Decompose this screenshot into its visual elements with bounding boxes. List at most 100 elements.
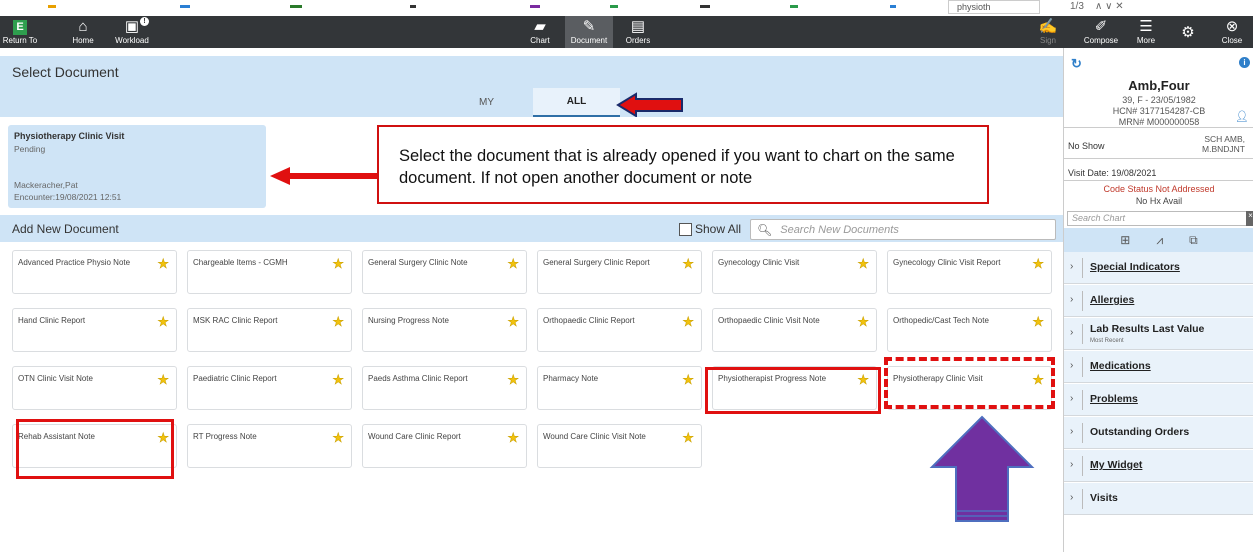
close-button[interactable]: ⊗ Close bbox=[1214, 16, 1250, 48]
favorite-star-icon[interactable]: ★ bbox=[332, 256, 344, 272]
opened-document-author: Mackeracher,Pat bbox=[14, 180, 78, 190]
home-label: Home bbox=[72, 36, 94, 45]
annotation-arrow-left bbox=[616, 92, 683, 118]
pencil-icon: ✎ bbox=[582, 18, 596, 35]
document-card[interactable]: MSK RAC Clinic Report ★ bbox=[187, 308, 352, 352]
document-card[interactable]: Advanced Practice Physio Note ★ bbox=[12, 250, 177, 294]
document-card[interactable]: Paeds Asthma Clinic Report ★ bbox=[362, 366, 527, 410]
patient-name: Amb,Four bbox=[1128, 78, 1190, 93]
favorite-star-icon[interactable]: ★ bbox=[157, 314, 169, 330]
close-label: Close bbox=[1221, 36, 1243, 45]
opened-document-card[interactable]: Physiotherapy Clinic Visit Pending Macke… bbox=[8, 125, 266, 208]
favorite-star-icon[interactable]: ★ bbox=[1032, 256, 1044, 272]
compose-button[interactable]: ✐ Compose bbox=[1080, 16, 1122, 48]
sidebar-section[interactable]: › Medications bbox=[1064, 351, 1253, 383]
workload-button[interactable]: ▣ Workload ! bbox=[110, 16, 154, 48]
info-icon[interactable]: i bbox=[1239, 57, 1250, 68]
document-card[interactable]: Pharmacy Note ★ bbox=[537, 366, 702, 410]
document-card[interactable]: Wound Care Clinic Report ★ bbox=[362, 424, 527, 468]
sign-button[interactable]: ✍ Sign bbox=[1030, 16, 1066, 48]
person-add-icon[interactable]: 👤︎ bbox=[1235, 110, 1249, 123]
show-all-checkbox[interactable] bbox=[679, 222, 692, 236]
favorite-star-icon[interactable]: ★ bbox=[682, 372, 694, 388]
favorite-star-icon[interactable]: ★ bbox=[332, 430, 344, 446]
document-button[interactable]: ✎ Document bbox=[565, 16, 613, 48]
document-card[interactable]: Wound Care Clinic Visit Note ★ bbox=[537, 424, 702, 468]
document-card[interactable]: General Surgery Clinic Report ★ bbox=[537, 250, 702, 294]
expand-icon[interactable]: ⊞ bbox=[1120, 233, 1130, 247]
sidebar-section[interactable]: › Outstanding Orders bbox=[1064, 417, 1253, 449]
document-card[interactable]: Orthopedic/Cast Tech Note ★ bbox=[887, 308, 1052, 352]
favorite-star-icon[interactable]: ★ bbox=[507, 256, 519, 272]
more-button[interactable]: ☰ More bbox=[1128, 16, 1164, 48]
favorite-star-icon[interactable]: ★ bbox=[507, 314, 519, 330]
favorite-star-icon[interactable]: ★ bbox=[682, 430, 694, 446]
code-status: Code Status Not Addressed bbox=[1103, 184, 1215, 194]
document-card-label: Pharmacy Note bbox=[543, 374, 599, 383]
orders-button[interactable]: ▤ Orders bbox=[618, 16, 658, 48]
copy-icon[interactable]: ⧉ bbox=[1189, 233, 1198, 248]
schedule-line-1: SCH AMB, bbox=[1204, 134, 1245, 144]
favorite-star-icon[interactable]: ★ bbox=[682, 256, 694, 272]
home-button[interactable]: ⌂ Home bbox=[62, 16, 104, 48]
find-input-fragment[interactable]: physioth bbox=[948, 0, 1040, 14]
chevron-right-icon: › bbox=[1070, 360, 1074, 371]
browser-strip: physioth 1/3 ∧ ∨ ✕ bbox=[0, 0, 1253, 16]
refresh-icon[interactable]: ↻ bbox=[1071, 56, 1082, 72]
show-all-toggle[interactable]: Show All bbox=[679, 222, 741, 236]
trend-icon[interactable]: ⩘ bbox=[1156, 233, 1163, 248]
favorite-star-icon[interactable]: ★ bbox=[682, 314, 694, 330]
return-to-button[interactable]: E Return To bbox=[0, 16, 40, 48]
orders-label: Orders bbox=[625, 36, 651, 45]
document-card[interactable]: Orthopaedic Clinic Visit Note ★ bbox=[712, 308, 877, 352]
section-divider bbox=[1082, 489, 1083, 509]
sidebar-section[interactable]: › Lab Results Last Value Most Recent bbox=[1064, 318, 1253, 350]
document-card[interactable]: Gynecology Clinic Visit ★ bbox=[712, 250, 877, 294]
section-divider bbox=[1082, 324, 1083, 344]
document-card[interactable]: OTN Clinic Visit Note ★ bbox=[12, 366, 177, 410]
orders-icon: ▤ bbox=[630, 18, 646, 35]
settings-button[interactable]: ⚙ bbox=[1172, 16, 1204, 48]
favorite-star-icon[interactable]: ★ bbox=[157, 256, 169, 272]
no-show-label: No Show bbox=[1068, 141, 1105, 151]
sidebar-section-label: Special Indicators bbox=[1090, 261, 1180, 273]
document-card[interactable]: General Surgery Clinic Note ★ bbox=[362, 250, 527, 294]
document-card[interactable]: Orthopaedic Clinic Report ★ bbox=[537, 308, 702, 352]
strip-mark bbox=[530, 5, 540, 8]
tab-all[interactable]: ALL bbox=[533, 88, 620, 117]
favorite-star-icon[interactable]: ★ bbox=[507, 372, 519, 388]
document-card-label: Orthopaedic Clinic Report bbox=[543, 316, 635, 325]
document-card[interactable]: Chargeable Items - CGMH ★ bbox=[187, 250, 352, 294]
document-search-input[interactable]: 🔍︎ Search New Documents bbox=[750, 219, 1056, 240]
document-card[interactable]: Hand Clinic Report ★ bbox=[12, 308, 177, 352]
favorite-star-icon[interactable]: ★ bbox=[857, 256, 869, 272]
favorite-star-icon[interactable]: ★ bbox=[157, 372, 169, 388]
document-card-label: Gynecology Clinic Visit bbox=[718, 258, 800, 267]
visit-date: Visit Date: 19/08/2021 bbox=[1068, 168, 1157, 178]
annotation-arrow-to-card bbox=[270, 167, 378, 185]
favorite-star-icon[interactable]: ★ bbox=[507, 430, 519, 446]
find-controls[interactable]: ∧ ∨ ✕ bbox=[1095, 1, 1124, 12]
favorite-star-icon[interactable]: ★ bbox=[1032, 314, 1044, 330]
sidebar-section[interactable]: › Allergies bbox=[1064, 285, 1253, 317]
sidebar-section[interactable]: › My Widget bbox=[1064, 450, 1253, 482]
sidebar-icon-bar: ⊞ ⩘ ⧉ bbox=[1064, 228, 1253, 252]
sidebar-section-label: My Widget bbox=[1090, 459, 1143, 471]
search-chart-input[interactable]: Search Chart bbox=[1067, 211, 1247, 226]
document-card[interactable]: Nursing Progress Note ★ bbox=[362, 308, 527, 352]
favorite-star-icon[interactable]: ★ bbox=[857, 314, 869, 330]
favorite-star-icon[interactable]: ★ bbox=[332, 314, 344, 330]
menu-icon: ☰ bbox=[1139, 18, 1153, 35]
sidebar-section[interactable]: › Visits bbox=[1064, 483, 1253, 515]
sidebar-section[interactable]: › Special Indicators bbox=[1064, 252, 1253, 284]
document-card[interactable]: RT Progress Note ★ bbox=[187, 424, 352, 468]
tab-my[interactable]: MY bbox=[440, 88, 533, 117]
sidebar-section[interactable]: › Problems bbox=[1064, 384, 1253, 416]
document-card[interactable]: Paediatric Clinic Report ★ bbox=[187, 366, 352, 410]
document-card-label: Wound Care Clinic Visit Note bbox=[543, 432, 646, 441]
clear-search-icon[interactable]: × bbox=[1246, 211, 1253, 226]
workload-label: Workload bbox=[115, 36, 149, 45]
favorite-star-icon[interactable]: ★ bbox=[332, 372, 344, 388]
chart-button[interactable]: ▰ Chart bbox=[520, 16, 560, 48]
document-card[interactable]: Gynecology Clinic Visit Report ★ bbox=[887, 250, 1052, 294]
